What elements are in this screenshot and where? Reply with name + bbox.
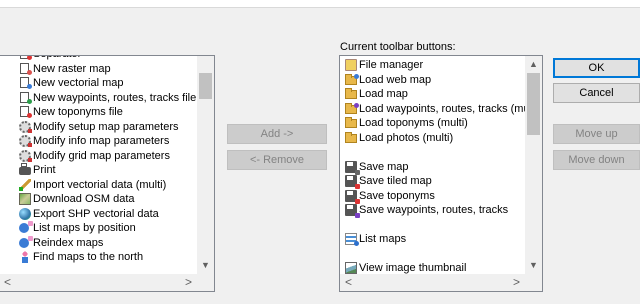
list-item-label: File manager <box>359 59 424 71</box>
list-item-label: Download OSM data <box>33 193 135 205</box>
available-list-vertical-scrollbar[interactable]: ▼ <box>197 56 214 274</box>
save-toponyms-icon <box>345 189 360 204</box>
new-toponyms-file-icon <box>20 106 32 118</box>
add-button[interactable]: Add -> <box>227 124 327 144</box>
list-item-label: Load toponyms (multi) <box>359 117 468 129</box>
info-map-parameters-icon <box>19 135 32 147</box>
image-thumbnail-icon <box>345 262 357 274</box>
cancel-button[interactable]: Cancel <box>553 83 640 103</box>
load-photos-icon <box>345 131 357 143</box>
current-toolbar-label: Current toolbar buttons: <box>340 41 456 53</box>
scroll-down-arrow-icon[interactable]: ▼ <box>525 257 542 274</box>
move-down-button[interactable]: Move down <box>553 150 640 170</box>
window-top-edge <box>0 0 640 8</box>
new-vectorial-map-icon <box>20 77 32 89</box>
scrollbar-corner <box>525 274 542 291</box>
file-manager-icon <box>345 59 357 71</box>
list-item-label: Load waypoints, routes, tracks (multi) <box>359 102 525 115</box>
download-osm-icon <box>19 193 31 205</box>
current-toolbar-list[interactable]: File manager Load web map Load map Load way… <box>339 55 543 292</box>
available-commands-items: SeparatorNew raster map New vectorial map… <box>0 56 197 274</box>
scroll-up-arrow-icon[interactable]: ▲ <box>525 56 542 73</box>
load-waypoints-icon <box>345 102 359 114</box>
list-item-label: New waypoints, routes, tracks file <box>33 91 197 104</box>
list-item-label: Save map <box>359 160 409 173</box>
scroll-down-arrow-icon[interactable]: ▼ <box>197 257 214 274</box>
list-item-label: New toponyms file <box>33 106 123 118</box>
list-maps-icon <box>345 233 359 246</box>
list-item-label: New vectorial map <box>33 77 124 89</box>
reindex-maps-icon <box>19 235 33 248</box>
list-item-label: Print <box>33 164 56 176</box>
remove-button[interactable]: <- Remove <box>227 150 327 170</box>
list-item-label: New raster map <box>33 62 111 75</box>
list-item-label: Modify grid map parameters <box>33 149 170 162</box>
save-map-icon <box>345 160 360 175</box>
list-item-label: Load photos (multi) <box>359 131 454 144</box>
list-item-label: View image thumbnail <box>359 262 467 274</box>
list-item-label: List maps <box>359 233 407 245</box>
scroll-left-arrow-icon[interactable]: < <box>340 274 357 291</box>
list-item-label: Load web map <box>359 73 432 86</box>
scrollbar-corner <box>197 274 214 291</box>
current-list-scroll-thumb[interactable] <box>527 73 540 135</box>
available-list-scroll-thumb[interactable] <box>199 73 212 99</box>
list-item-label: Find maps to the north <box>33 251 144 263</box>
move-up-button[interactable]: Move up <box>553 124 640 144</box>
new-waypoints-file-icon <box>20 91 32 104</box>
ok-button[interactable]: OK <box>553 58 640 78</box>
list-item-label: Modify info map parameters <box>33 135 170 147</box>
list-item-label: List maps by position <box>33 222 136 234</box>
setup-map-parameters-icon <box>19 120 32 133</box>
list-item-label: Reindex maps <box>33 236 104 249</box>
find-maps-north-icon <box>19 251 31 263</box>
available-list-horizontal-scrollbar[interactable]: < > <box>0 274 214 291</box>
scroll-right-arrow-icon[interactable]: > <box>508 274 525 291</box>
load-web-map-icon <box>345 73 359 85</box>
scroll-right-arrow-icon[interactable]: > <box>180 274 197 291</box>
current-toolbar-items: File manager Load web map Load map Load way… <box>340 56 525 274</box>
scroll-left-arrow-icon[interactable]: < <box>0 274 16 291</box>
list-item-label: Load map <box>359 88 408 100</box>
list-maps-position-icon <box>19 221 33 233</box>
load-toponyms-icon <box>345 117 357 128</box>
list-item-label: Separator <box>33 56 81 61</box>
printer-icon <box>19 163 31 175</box>
list-item-label: Export SHP vectorial data <box>33 207 159 220</box>
load-map-icon <box>345 88 357 99</box>
separator-icon <box>20 56 32 60</box>
save-tiled-map-icon <box>345 175 360 189</box>
list-item-label: Save waypoints, routes, tracks <box>359 204 509 216</box>
available-commands-list[interactable]: SeparatorNew raster map New vectorial map… <box>0 55 215 292</box>
grid-map-parameters-icon <box>19 149 32 162</box>
new-raster-map-icon <box>20 62 32 75</box>
export-shp-icon <box>19 207 31 220</box>
current-list-vertical-scrollbar[interactable]: ▲ ▼ <box>525 56 542 274</box>
list-item-label: Import vectorial data (multi) <box>33 178 167 191</box>
import-vectorial-icon <box>19 178 31 191</box>
list-item-label: Modify setup map parameters <box>33 120 179 133</box>
save-waypoints-icon <box>345 204 360 218</box>
list-item-label: Save toponyms <box>359 189 435 202</box>
current-list-horizontal-scrollbar[interactable]: < > <box>340 274 542 291</box>
list-item-label: Save tiled map <box>359 175 432 187</box>
